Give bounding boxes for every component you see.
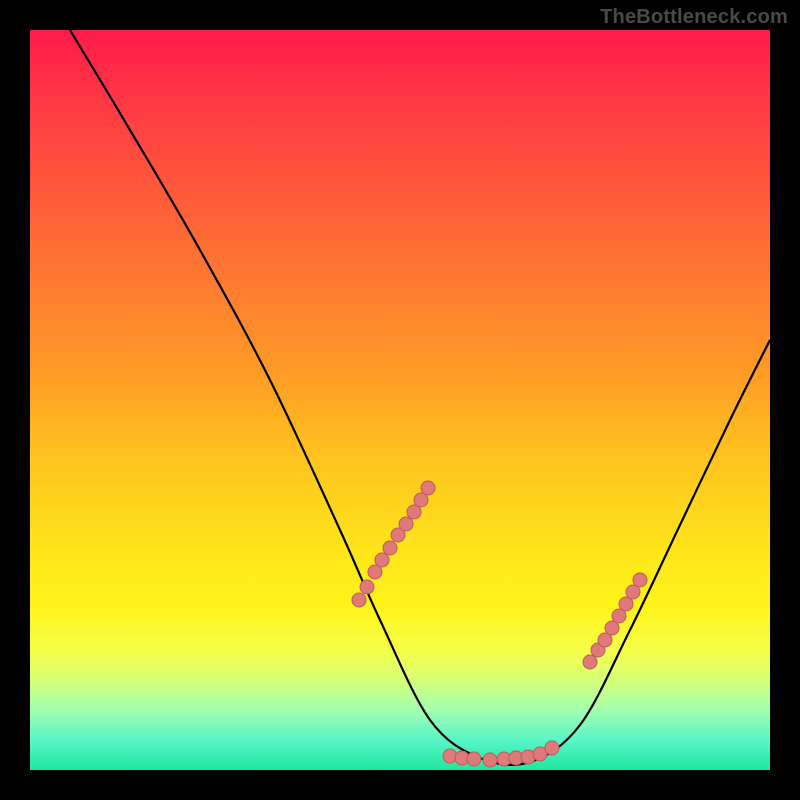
data-marker [545,741,559,755]
data-marker [421,481,435,495]
data-marker [633,573,647,587]
data-marker [383,541,397,555]
watermark-text: TheBottleneck.com [600,6,788,29]
data-marker [375,553,389,567]
bottleneck-curve [70,30,770,765]
data-marker [360,580,374,594]
data-marker [583,655,597,669]
data-marker [467,752,481,766]
bottleneck-curve-svg [30,30,770,770]
chart-frame: TheBottleneck.com [0,0,800,800]
plot-area [30,30,770,770]
marker-group [352,481,647,767]
data-marker [399,517,413,531]
data-marker [352,593,366,607]
data-marker [483,753,497,767]
